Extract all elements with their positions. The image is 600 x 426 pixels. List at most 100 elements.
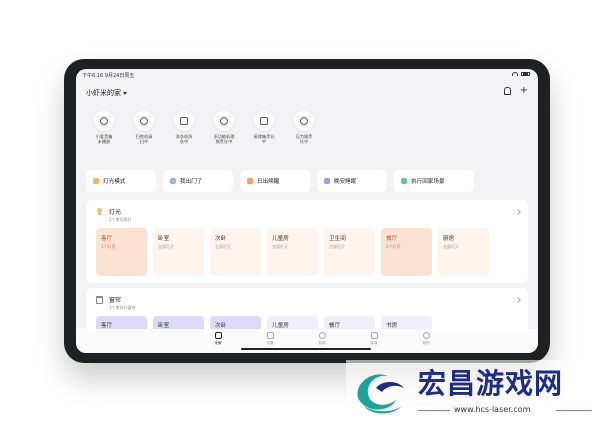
room-state: 全部灯灭 [158,244,174,249]
watermark-text: 宏昌游戏网 [418,367,564,400]
room-name: 卧室 [158,236,170,242]
scene-button[interactable]: 我出门了 [163,170,233,192]
pressure-cooker-icon [294,111,314,131]
tab-label: 我的 [422,341,430,345]
profile-icon [422,332,430,339]
tab-devices[interactable]: 设备 [244,332,296,346]
moon-icon [324,178,330,184]
sunrise-icon [247,178,253,184]
scene-label: 我出门了 [180,179,203,185]
scene-label: 灯光模式 [103,179,126,185]
scene-button[interactable]: 灯光模式 [86,170,156,192]
watermark-line-right [556,410,592,411]
leave-home-icon [170,178,176,184]
tab-smart[interactable]: 智能 [296,332,348,346]
device-label: 扫地机清 扫中 [135,134,153,145]
scene-label: 日出唤醒 [257,179,280,185]
caret-down-icon [123,91,127,95]
stage: 下午6:16 9月24日周五 小虾米的家 + 小爱音箱 未播放 扫地机清 扫中 … [0,0,600,426]
light-rooms: 客厅 1个灯亮 卧室 全部灯灭 次卧 全部灯灭 儿童房 全部灯灭 卫生间 全部灯… [96,228,489,276]
curtains-title: 窗帘 [109,297,122,304]
room-name: 客厅 [101,236,113,242]
tablet-frame: 下午6:16 9月24日周五 小虾米的家 + 小爱音箱 未播放 扫地机清 扫中 … [64,59,550,363]
device-label: 小爱音箱 未播放 [95,134,113,145]
home-scene-icon [401,178,407,184]
tab-label: 商城 [370,341,378,345]
room-state: 1个灯亮 [101,244,116,249]
device-shortcut[interactable]: 小爱音箱 未播放 [84,111,124,145]
room-state: 2个灯亮 [386,244,401,249]
lights-card-header: 灯光 2个房间亮灯 [96,207,132,223]
dragon-logo-icon [357,374,404,414]
room-name: 卧室 [158,323,170,329]
room-name: 客厅 [101,323,113,329]
room-name: 餐厅 [329,323,341,329]
room-name: 书房 [386,323,398,329]
room-state: 全部灯灭 [272,244,288,249]
status-time: 下午6:16 9月24日周五 [82,73,135,79]
home-indicator [241,348,371,350]
scene-label: 晚安睡眠 [334,179,357,185]
device-shortcut[interactable]: 压力锅烹 饪中 [284,111,324,145]
wifi-icon [512,72,518,76]
light-room-tile[interactable]: 厨房 全部灯灭 [438,228,489,276]
store-icon [370,332,378,339]
room-name: 次卧 [215,236,227,242]
scene-shortcuts: 灯光模式 我出门了 日出唤醒 晚安睡眠 执行回家场景 [86,170,474,192]
device-label: 蒸烤箱烹饪 中 [253,134,275,145]
room-name: 次卧 [215,323,227,329]
watermark-line-left [418,410,450,411]
room-name: 餐厅 [386,236,398,242]
tabs: 米家 设备 智能 商城 我的 [192,332,452,346]
tablet-screen: 下午6:16 9月24日周五 小虾米的家 + 小爱音箱 未播放 扫地机清 扫中 … [76,69,538,353]
chevron-right-icon[interactable] [515,297,521,303]
bell-icon[interactable] [503,87,511,95]
watermark: 宏昌游戏网 www.hcs-laser.com [346,360,596,420]
home-icon [214,332,222,339]
cooker-icon [214,111,234,131]
tab-label: 设备 [266,341,274,345]
scene-button[interactable]: 晚安睡眠 [317,170,387,192]
device-shortcut[interactable]: 多功能料理 锅烹饪中 [204,111,244,145]
light-room-tile[interactable]: 卫生间 全部灯灭 [324,228,375,276]
tab-store[interactable]: 商城 [348,332,400,346]
header: 小虾米的家 + [86,86,528,100]
device-shortcut[interactable]: 蒸烤箱烹饪 中 [244,111,284,145]
light-room-tile[interactable]: 儿童房 全部灯灭 [267,228,318,276]
scene-button[interactable]: 执行回家场景 [394,170,474,192]
washer-icon [174,111,194,131]
lights-card[interactable]: 灯光 2个房间亮灯 客厅 1个灯亮 卧室 全部灯灭 次卧 全部灯灭 儿童房 全部… [86,200,528,283]
room-name: 卫生间 [329,236,346,242]
light-room-tile[interactable]: 客厅 1个灯亮 [96,228,147,276]
room-state: 全部灯灭 [329,244,345,249]
curtains-subtitle: 3个房间开窗帘 [109,305,136,310]
light-room-tile[interactable]: 卧室 全部灯灭 [153,228,204,276]
scene-label: 执行回家场景 [411,179,445,185]
room-name: 儿童房 [272,236,289,242]
device-shortcuts: 小爱音箱 未播放 扫地机清 扫中 洗衣机洗 衣中 多功能料理 锅烹饪中 蒸烤箱烹… [84,111,324,145]
device-label: 压力锅烹 饪中 [295,134,313,145]
device-shortcut[interactable]: 洗衣机洗 衣中 [164,111,204,145]
oven-icon [254,111,274,131]
device-shortcut[interactable]: 扫地机清 扫中 [124,111,164,145]
devices-icon [266,332,274,339]
home-title: 小虾米的家 [86,89,121,97]
device-label: 多功能料理 锅烹饪中 [213,134,235,145]
light-room-tile[interactable]: 餐厅 2个灯亮 [381,228,432,276]
device-label: 洗衣机洗 衣中 [175,134,193,145]
curtain-icon [96,296,103,304]
robot-vacuum-icon [134,111,154,131]
lights-title: 灯光 [109,209,122,216]
tab-profile[interactable]: 我的 [400,332,452,346]
header-actions: + [503,86,528,96]
bulb-icon [96,208,103,216]
plus-icon[interactable]: + [520,86,528,96]
home-selector[interactable]: 小虾米的家 [86,88,127,98]
light-room-tile[interactable]: 次卧 全部灯灭 [210,228,261,276]
tab-label: 米家 [214,341,222,345]
tab-home[interactable]: 米家 [192,332,244,346]
chevron-right-icon[interactable] [515,209,521,215]
status-icons [512,72,530,76]
tab-label: 智能 [318,341,326,345]
scene-button[interactable]: 日出唤醒 [240,170,310,192]
